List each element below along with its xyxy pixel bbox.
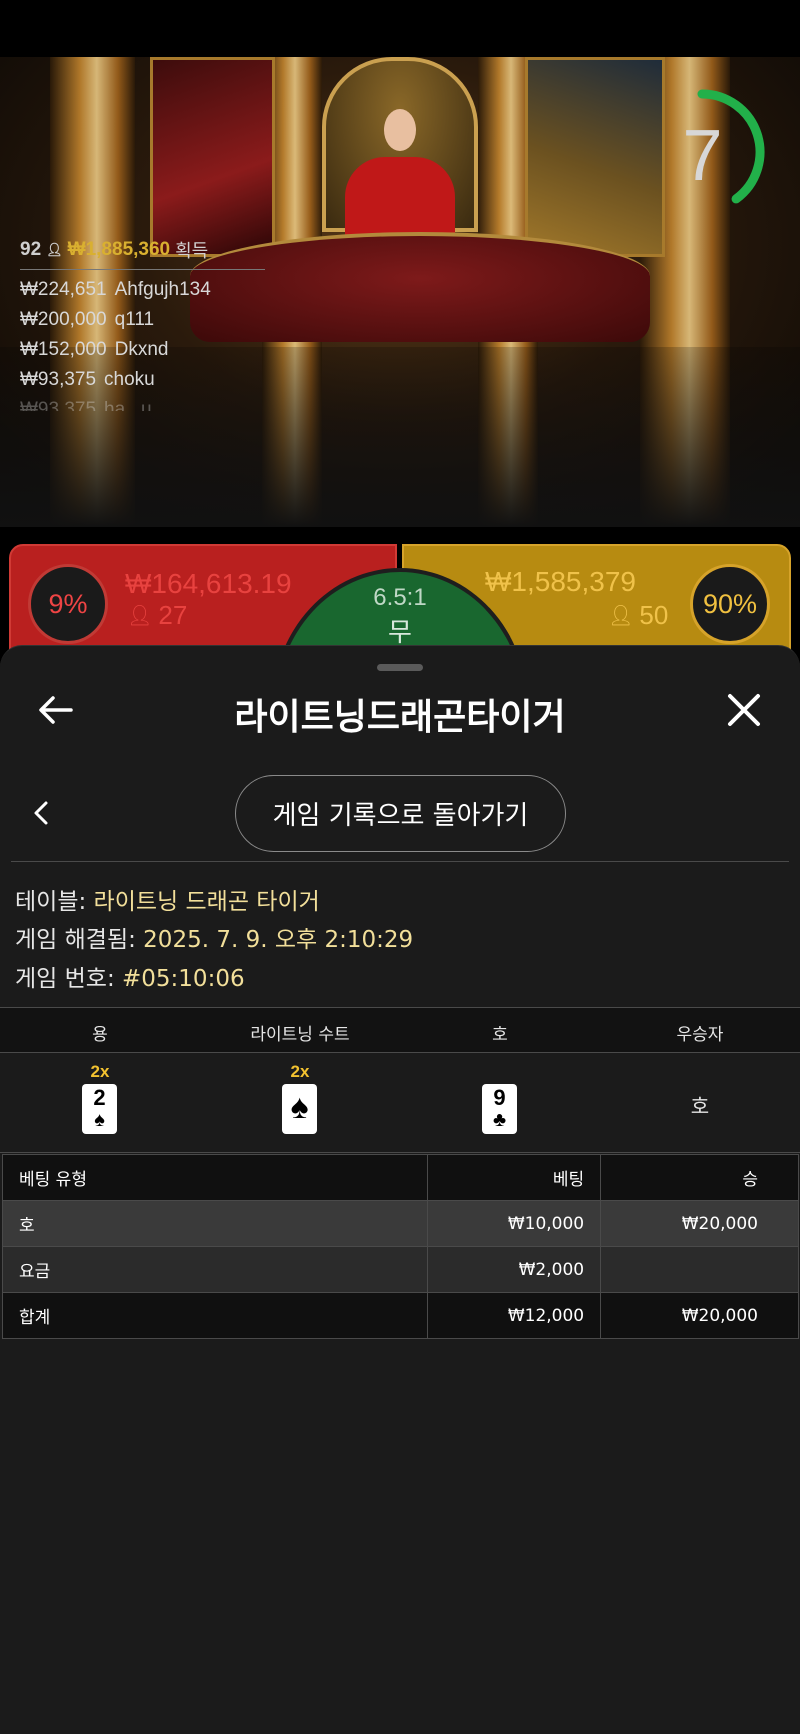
header-lightning-suit: 라이트닝 수트 [250, 1025, 350, 1045]
back-button[interactable] [32, 686, 80, 734]
game-number: #05:10:06 [122, 966, 245, 992]
tiger-card: 9 ♣ [482, 1084, 517, 1134]
back-arrow-icon [39, 696, 73, 724]
winner-row: ₩200,000 q111 [20, 309, 270, 330]
tiger-panel-image [525, 57, 665, 257]
winnings-label: 획득 [175, 241, 209, 261]
win-amount [600, 1246, 799, 1293]
winner-amount: ₩152,000 [20, 339, 107, 360]
tiger-players: 50 [639, 600, 669, 630]
dealer-image [384, 109, 416, 151]
bet-type: 호 [1, 1200, 429, 1247]
person-icon: 👤︎ [127, 605, 153, 627]
bets-table: 베팅 유형 베팅 승 호 ₩10,000 ₩20,000 요금 ₩2,000 합… [1, 1154, 799, 1339]
winner-amount: ₩224,651 [20, 279, 107, 300]
dragon-multiplier: 2x [90, 1062, 110, 1081]
winner-name: ha...u [104, 399, 152, 411]
winner-name: Dkxnd [114, 339, 169, 360]
card-rank: 2 [93, 1085, 106, 1110]
winners-header: 92 👤︎ ₩1,885,360 획득 [20, 237, 265, 270]
person-icon: 👤︎ [46, 242, 63, 257]
header-bet-type: 베팅 유형 [1, 1154, 429, 1201]
info-label: 게임 번호: [15, 966, 123, 992]
winner-row: ₩224,651 Ahfgujh134 [20, 279, 270, 300]
close-button[interactable] [720, 686, 768, 734]
header-bet: 베팅 [427, 1154, 602, 1201]
previous-game-button[interactable] [17, 789, 65, 837]
header-winner: 우승자 [676, 1025, 724, 1045]
winner-row: ₩93,375 choku [20, 369, 270, 390]
winner-amount: ₩200,000 [20, 309, 107, 330]
info-label: 게임 해결됨: [15, 927, 144, 953]
info-label: 테이블: [15, 889, 94, 915]
person-icon: 👤︎ [608, 605, 634, 627]
bet-type: 요금 [1, 1246, 429, 1293]
spade-icon: ♠ [94, 1109, 105, 1131]
game-number-info: 게임 번호: #05:10:06 [15, 959, 245, 993]
player-count: 92 [20, 239, 42, 260]
win-amount: ₩20,000 [600, 1200, 799, 1247]
back-to-history-button[interactable]: 게임 기록으로 돌아가기 [235, 775, 566, 852]
cards-result-table: 용 라이트닝 수트 호 우승자 2x 2 ♠ 2x ♠ 9 ♣ 호 [0, 1007, 800, 1153]
bet-amount: ₩10,000 [427, 1200, 602, 1247]
winner-cell: 호 [600, 1054, 800, 1154]
winner-name: choku [104, 369, 155, 390]
lightning-multiplier: 2x [290, 1062, 310, 1081]
sheet-title: 라이트닝드래곤타이거 [234, 697, 566, 738]
table-row: 요금 ₩2,000 [1, 1246, 799, 1293]
table-row: 호 ₩10,000 ₩20,000 [1, 1200, 799, 1247]
tiger-percent: 90% [690, 564, 770, 644]
tie-label: 무 [388, 618, 412, 648]
cards-header-row: 용 라이트닝 수트 호 우승자 [0, 1008, 800, 1053]
close-icon [728, 694, 760, 726]
status-bar [0, 0, 800, 57]
game-result-sheet: 라이트닝드래곤타이거 게임 기록으로 돌아가기 테이블: 라이트닝 드래곤 타이… [0, 645, 800, 1734]
header-win: 승 [600, 1154, 799, 1201]
winner-value: 호 [690, 1094, 710, 1118]
tiger-card-cell: 9 ♣ [400, 1054, 600, 1154]
bet-amount: ₩2,000 [427, 1246, 602, 1293]
dragon-total-bet: ₩164,613.19 [125, 568, 292, 599]
winner-name: Ahfgujh134 [114, 279, 211, 300]
divider [11, 861, 789, 862]
tiger-player-count: 👤︎ 50 [608, 600, 668, 631]
countdown-timer: 7 [650, 85, 770, 220]
dragon-players: 27 [158, 600, 188, 630]
spade-icon: ♠ [290, 1088, 309, 1126]
total-winnings: ₩1,885,360 [67, 239, 171, 260]
lightning-suit-card: ♠ [282, 1084, 317, 1134]
total-bet: ₩12,000 [427, 1292, 602, 1339]
club-icon: ♣ [492, 1109, 507, 1131]
winner-amount: ₩93,375 [20, 399, 97, 411]
winner-name: q111 [114, 309, 155, 330]
winner-row: ₩93,375 ha...u [20, 399, 270, 411]
header-tiger: 호 [492, 1025, 508, 1045]
resolved-time: 2025. 7. 9. 오후 2:10:29 [143, 927, 414, 953]
card-rank: 9 [493, 1085, 506, 1110]
bets-header-row: 베팅 유형 베팅 승 [1, 1154, 799, 1201]
header-dragon: 용 [92, 1025, 108, 1045]
table-name: 라이트닝 드래곤 타이거 [93, 889, 320, 915]
winner-row: ₩152,000 Dkxnd [20, 339, 270, 360]
winner-amount: ₩93,375 [20, 369, 97, 390]
winners-list: 92 👤︎ ₩1,885,360 획득 ₩224,651 Ahfgujh134 ₩… [20, 237, 270, 411]
app-screen: 92 👤︎ ₩1,885,360 획득 ₩224,651 Ahfgujh134 ₩… [0, 0, 800, 1734]
dragon-card-cell: 2x 2 ♠ [0, 1054, 200, 1154]
dragon-panel-image [150, 57, 275, 257]
lightning-suit-cell: 2x ♠ [200, 1054, 400, 1154]
total-row: 합계 ₩12,000 ₩20,000 [1, 1292, 799, 1339]
total-win: ₩20,000 [600, 1292, 799, 1339]
dragon-player-count: 👤︎ 27 [127, 600, 187, 631]
dragon-card: 2 ♠ [82, 1084, 117, 1134]
total-label: 합계 [1, 1292, 429, 1339]
tie-payout: 6.5:1 [373, 584, 427, 611]
chevron-left-icon [34, 801, 48, 825]
countdown-number: 7 [682, 116, 723, 196]
resolved-info: 게임 해결됨: 2025. 7. 9. 오후 2:10:29 [15, 920, 413, 954]
dragon-percent: 9% [28, 564, 108, 644]
bet-board: 9% ₩164,613.19 👤︎ 27 ₩1,585,379 👤︎ 50 90% … [0, 540, 800, 708]
table-info: 테이블: 라이트닝 드래곤 타이거 [15, 882, 320, 916]
sheet-drag-handle[interactable] [377, 664, 423, 671]
